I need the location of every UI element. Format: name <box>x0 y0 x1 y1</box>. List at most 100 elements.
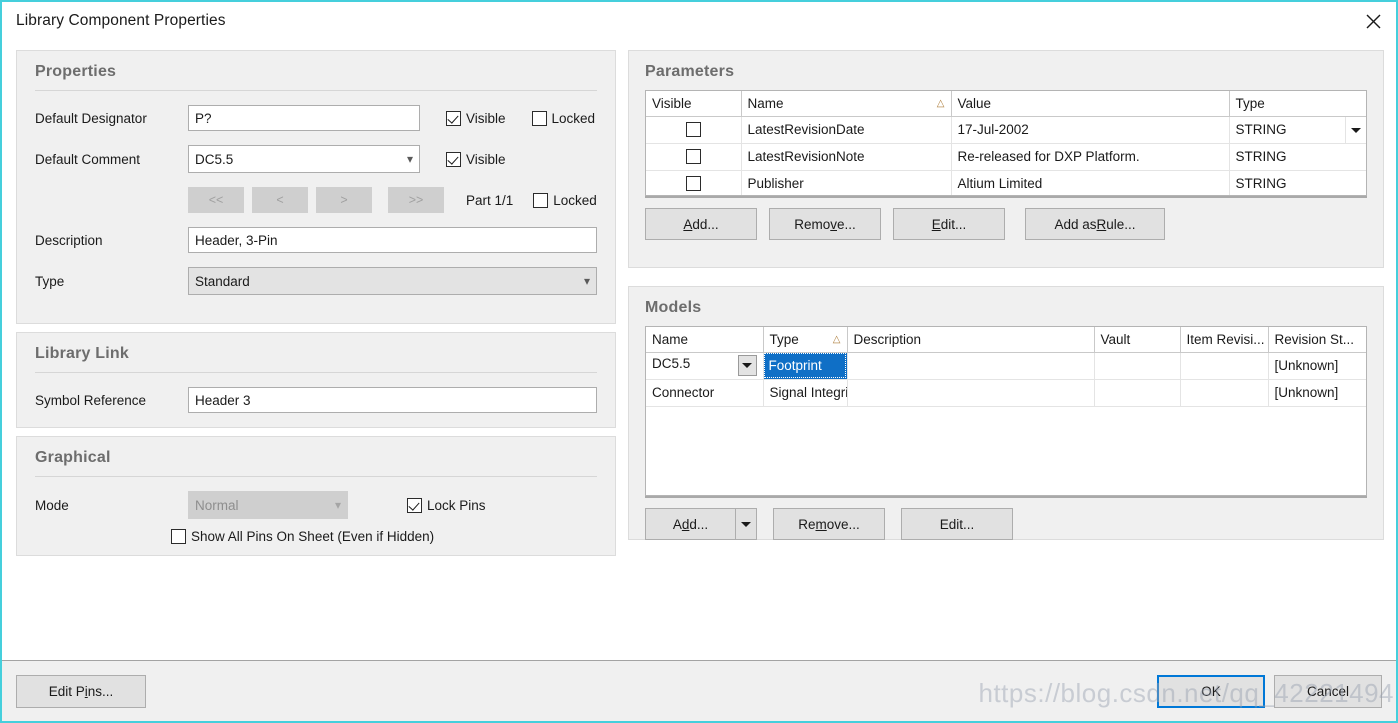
parameters-row-type[interactable]: STRING <box>1229 143 1367 170</box>
show-all-pins-checkbox[interactable]: Show All Pins On Sheet (Even if Hidden) <box>171 529 434 544</box>
default-designator-input[interactable]: P? <box>188 105 420 131</box>
models-row-type[interactable]: Footprint <box>763 352 847 379</box>
title-bar: Library Component Properties <box>2 2 1396 40</box>
lock-pins-checkbox-box[interactable] <box>407 498 422 513</box>
library-component-properties-dialog: Library Component Properties Properties … <box>0 0 1398 723</box>
comment-visible-checkbox[interactable]: Visible <box>446 152 506 167</box>
parameters-col-type[interactable]: Type <box>1229 91 1367 116</box>
type-label: Type <box>35 274 188 289</box>
models-row-description[interactable] <box>847 352 1094 379</box>
models-col-revision-state[interactable]: Revision St... <box>1268 327 1367 352</box>
models-row-name[interactable]: DC5.5 <box>646 352 763 379</box>
designator-locked-checkbox[interactable]: Locked <box>532 111 596 126</box>
ok-button[interactable]: OK <box>1157 675 1265 708</box>
parameters-row-visible[interactable] <box>646 170 741 196</box>
parameters-col-visible[interactable]: Visible <box>646 91 741 116</box>
models-add-button[interactable]: Add... <box>645 508 735 540</box>
parameters-col-name[interactable]: Name △ <box>741 91 951 116</box>
parameters-remove-button[interactable]: Remove... <box>769 208 881 240</box>
table-row[interactable]: LatestRevisionDate 17-Jul-2002 STRING <box>646 116 1367 143</box>
default-designator-row: Default Designator P? Visible Locked <box>35 105 597 131</box>
description-row: Description Header, 3-Pin <box>35 227 597 253</box>
models-row-vault[interactable] <box>1094 352 1180 379</box>
models-col-name[interactable]: Name <box>646 327 763 352</box>
part-first-button[interactable]: << <box>188 187 244 213</box>
close-icon[interactable] <box>1350 2 1396 40</box>
edit-pins-button[interactable]: Edit Pins... <box>16 675 146 708</box>
models-row-type[interactable]: Signal Integrit <box>763 379 847 406</box>
description-label: Description <box>35 233 188 248</box>
parameters-add-as-rule-button[interactable]: Add as Rule... <box>1025 208 1165 240</box>
models-add-split-button[interactable]: Add... <box>645 508 757 540</box>
part-next-button[interactable]: > <box>316 187 372 213</box>
models-table[interactable]: Name Type △ Description Vault Item Revis… <box>645 326 1367 496</box>
parameters-row-value[interactable]: Altium Limited <box>951 170 1229 196</box>
description-input[interactable]: Header, 3-Pin <box>188 227 597 253</box>
parameters-row-name[interactable]: LatestRevisionNote <box>741 143 951 170</box>
library-link-group-title: Library Link <box>35 333 597 372</box>
type-combo[interactable]: Standard ▾ <box>188 267 597 295</box>
parameters-row-name[interactable]: Publisher <box>741 170 951 196</box>
part-count-label: Part 1/1 <box>466 193 513 208</box>
models-col-item-revision[interactable]: Item Revisi... <box>1180 327 1268 352</box>
parameters-row-value[interactable]: Re-released for DXP Platform. <box>951 143 1229 170</box>
models-edit-button[interactable]: Edit... <box>901 508 1013 540</box>
parameters-row-type[interactable]: STRING <box>1229 170 1367 196</box>
default-comment-combo[interactable]: DC5.5 ▾ <box>188 145 420 173</box>
models-group: Models Name Type △ <box>628 286 1384 540</box>
models-row-item-revision[interactable] <box>1180 379 1268 406</box>
cancel-button[interactable]: Cancel <box>1274 675 1382 708</box>
show-all-pins-checkbox-box[interactable] <box>171 529 186 544</box>
part-prev-button[interactable]: < <box>252 187 308 213</box>
part-locked-label: Locked <box>553 193 597 208</box>
mode-combo: Normal ▾ <box>188 491 348 519</box>
parameters-row-value[interactable]: 17-Jul-2002 <box>951 116 1229 143</box>
models-row-revision-state[interactable]: [Unknown] <box>1268 379 1367 406</box>
table-row[interactable]: LatestRevisionNote Re-released for DXP P… <box>646 143 1367 170</box>
parameter-type-dropdown-button[interactable] <box>1345 117 1365 143</box>
properties-divider <box>35 90 597 91</box>
model-name-dropdown-button[interactable] <box>738 355 757 376</box>
parameter-visible-checkbox-box[interactable] <box>686 149 701 164</box>
models-row-vault[interactable] <box>1094 379 1180 406</box>
models-col-vault[interactable]: Vault <box>1094 327 1180 352</box>
models-col-description[interactable]: Description <box>847 327 1094 352</box>
designator-visible-checkbox-box[interactable] <box>446 111 461 126</box>
designator-locked-checkbox-box[interactable] <box>532 111 547 126</box>
models-row-description[interactable] <box>847 379 1094 406</box>
parameters-row-name[interactable]: LatestRevisionDate <box>741 116 951 143</box>
mode-row: Mode Normal ▾ Lock Pins <box>35 491 597 519</box>
models-remove-button[interactable]: Remove... <box>773 508 885 540</box>
chevron-down-icon: ▾ <box>407 153 413 165</box>
parameters-row-visible[interactable] <box>646 143 741 170</box>
show-all-pins-row: Show All Pins On Sheet (Even if Hidden) <box>35 529 597 544</box>
table-row[interactable]: DC5.5 Footprint [Unknown] <box>646 352 1367 379</box>
left-column: Properties Default Designator P? Visible… <box>16 50 616 556</box>
parameters-table[interactable]: Visible Name △ Value Type <box>645 90 1367 196</box>
part-locked-checkbox-box[interactable] <box>533 193 548 208</box>
models-group-title: Models <box>645 287 1367 326</box>
mode-value: Normal <box>195 498 239 513</box>
comment-visible-checkbox-box[interactable] <box>446 152 461 167</box>
parameters-col-value[interactable]: Value <box>951 91 1229 116</box>
parameter-visible-checkbox-box[interactable] <box>686 122 701 137</box>
parameters-edit-button[interactable]: Edit... <box>893 208 1005 240</box>
lock-pins-checkbox[interactable]: Lock Pins <box>407 498 486 513</box>
symbol-reference-input[interactable]: Header 3 <box>188 387 597 413</box>
table-row[interactable]: Publisher Altium Limited STRING <box>646 170 1367 196</box>
table-row[interactable]: Connector Signal Integrit [Unknown] <box>646 379 1367 406</box>
comment-visible-label: Visible <box>466 152 506 167</box>
part-last-button[interactable]: >> <box>388 187 444 213</box>
part-locked-checkbox[interactable]: Locked <box>533 193 597 208</box>
models-row-item-revision[interactable] <box>1180 352 1268 379</box>
models-add-dropdown-button[interactable] <box>735 508 757 540</box>
symbol-reference-label: Symbol Reference <box>35 393 188 408</box>
parameters-row-visible[interactable] <box>646 116 741 143</box>
parameters-add-button[interactable]: Add... <box>645 208 757 240</box>
models-row-revision-state[interactable]: [Unknown] <box>1268 352 1367 379</box>
library-link-group: Library Link Symbol Reference Header 3 <box>16 332 616 428</box>
designator-visible-checkbox[interactable]: Visible <box>446 111 506 126</box>
models-col-type[interactable]: Type △ <box>763 327 847 352</box>
models-row-name[interactable]: Connector <box>646 379 763 406</box>
parameter-visible-checkbox-box[interactable] <box>686 176 701 191</box>
